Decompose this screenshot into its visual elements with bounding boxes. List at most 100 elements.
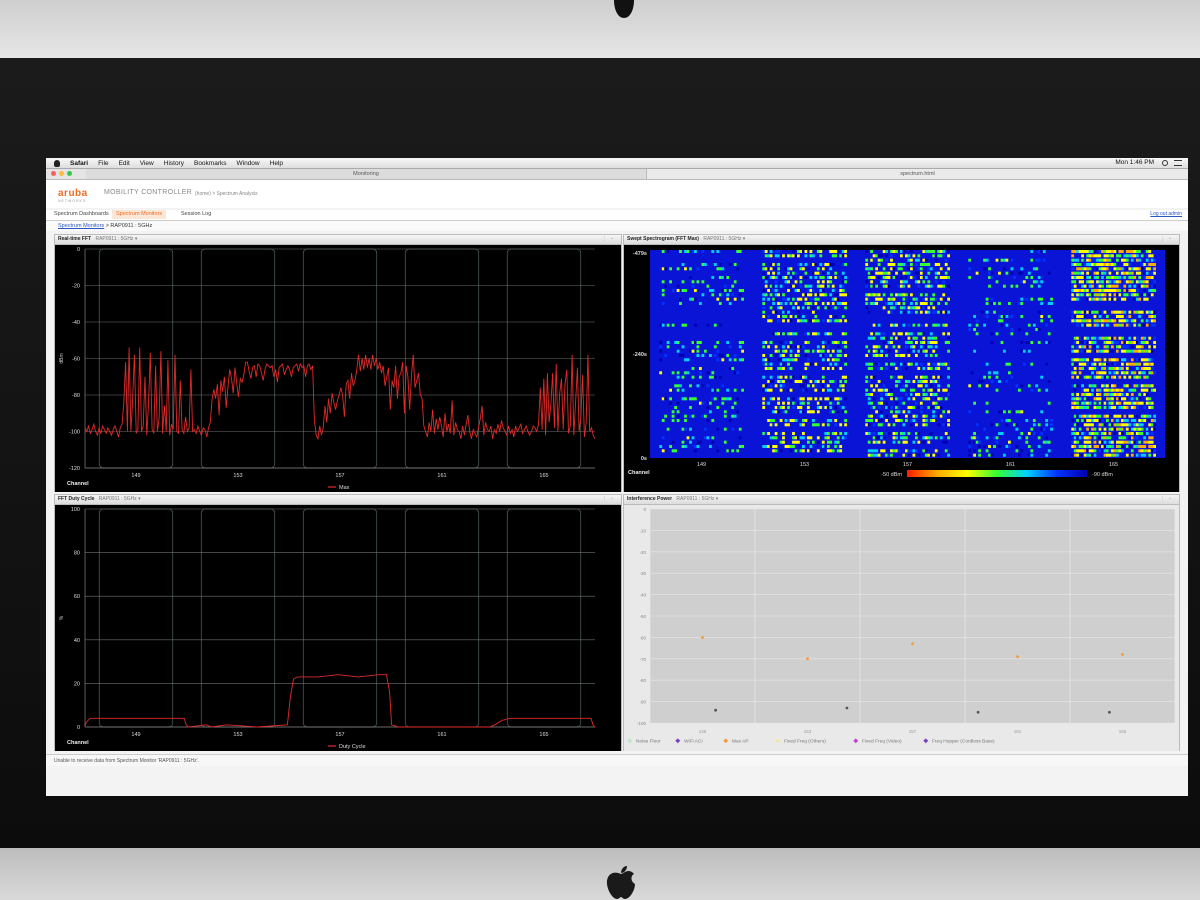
- heatmap-cell: [1015, 423, 1019, 427]
- menu-file[interactable]: File: [98, 160, 108, 167]
- heatmap-cell: [814, 263, 818, 266]
- heatmap-cell: [1073, 453, 1077, 457]
- heatmap-cell: [836, 345, 840, 349]
- heatmap-cell: [944, 271, 948, 275]
- heatmap-cell: [870, 388, 873, 392]
- heatmap-cell: [684, 414, 687, 418]
- chevron-down-icon[interactable]: ▾: [135, 236, 138, 242]
- heatmap-cell: [1103, 358, 1107, 362]
- heatmap-cell: [797, 306, 800, 310]
- heatmap-cell: [1076, 419, 1079, 422]
- notification-center-icon[interactable]: [1174, 160, 1182, 166]
- heatmap-cell: [902, 453, 906, 457]
- heatmap-cell: [706, 323, 710, 327]
- heatmap-cell: [1096, 397, 1099, 401]
- panel-controls[interactable]: ⋮▫: [602, 235, 617, 244]
- heatmap-cell: [802, 250, 805, 253]
- heatmap-cell: [812, 332, 815, 336]
- heatmap-cell: [824, 284, 828, 288]
- panel-device-select[interactable]: RAP0911 : 5GHz: [99, 496, 137, 502]
- breadcrumb-spectrum-monitors-link[interactable]: Spectrum Monitors: [58, 223, 104, 229]
- heatmap-cell: [802, 397, 805, 401]
- panel-controls[interactable]: ⋮▫: [1160, 235, 1175, 244]
- heatmap-cell: [1148, 310, 1152, 314]
- logout-link[interactable]: Log out admin: [1150, 210, 1182, 219]
- menu-window[interactable]: Window: [237, 160, 260, 167]
- heatmap-cell: [885, 367, 888, 370]
- menu-view[interactable]: View: [140, 160, 154, 167]
- browser-tab-monitoring[interactable]: Monitoring: [86, 169, 647, 179]
- heatmap-cell: [802, 319, 805, 323]
- panel-device-select[interactable]: RAP0911 : 5GHz: [703, 236, 741, 242]
- window-zoom-button[interactable]: [67, 171, 72, 176]
- heatmap-cell: [762, 310, 766, 314]
- y-tick-label: -90: [639, 700, 646, 705]
- heatmap-cell: [1128, 362, 1132, 366]
- heatmap-cell: [824, 341, 828, 344]
- heatmap-cell: [865, 267, 869, 271]
- heatmap-cell: [1113, 284, 1117, 288]
- heatmap-cell: [824, 445, 828, 448]
- heatmap-cell: [1128, 276, 1132, 279]
- heatmap-cell: [1121, 336, 1124, 340]
- heatmap-cell: [944, 423, 948, 427]
- heatmap-cell: [681, 445, 685, 448]
- chevron-down-icon[interactable]: ▾: [138, 496, 141, 502]
- heatmap-cell: [917, 406, 921, 409]
- menubar-clock[interactable]: Mon 1:46 PM: [1115, 159, 1154, 166]
- heatmap-cell: [779, 384, 783, 388]
- apple-menu-icon[interactable]: [54, 159, 60, 167]
- panel-device-select[interactable]: RAP0911 : 5GHz: [676, 496, 714, 502]
- heatmap-cell: [1103, 297, 1107, 301]
- menu-edit[interactable]: Edit: [119, 160, 130, 167]
- heatmap-cell: [1071, 267, 1075, 271]
- heatmap-cell: [1103, 271, 1107, 275]
- panel-device-select[interactable]: RAP0911 : 5GHz: [95, 236, 133, 242]
- heatmap-cell: [782, 319, 785, 323]
- panel-controls[interactable]: ⋮▫: [602, 495, 617, 504]
- heatmap-cell: [922, 375, 926, 379]
- panel-controls[interactable]: ⋮▫: [1160, 495, 1175, 504]
- tab-session-log[interactable]: Session Log: [177, 210, 215, 219]
- heatmap-cell: [764, 293, 768, 297]
- heatmap-cell: [764, 276, 768, 279]
- heatmap-cell: [1020, 297, 1024, 301]
- heatmap-cell: [1118, 406, 1122, 409]
- browser-tab-spectrum[interactable]: spectrum.html: [647, 169, 1188, 179]
- heatmap-cell: [1083, 310, 1087, 314]
- tab-spectrum-monitors[interactable]: Spectrum Monitors: [112, 210, 167, 219]
- heatmap-cell: [919, 323, 923, 327]
- spotlight-search-icon[interactable]: [1162, 160, 1168, 166]
- heatmap-cell: [1118, 397, 1122, 401]
- heatmap-cell: [1145, 310, 1149, 314]
- heatmap-cell: [661, 419, 665, 422]
- heatmap-cell: [1106, 258, 1109, 262]
- heatmap-cell: [1145, 319, 1149, 323]
- heatmap-cell: [1088, 414, 1092, 418]
- aruba-logo[interactable]: aruba: [58, 188, 88, 199]
- heatmap-cell: [841, 302, 845, 305]
- heatmap-cell: [875, 345, 878, 349]
- window-minimize-button[interactable]: [59, 171, 64, 176]
- heatmap-cell: [1135, 453, 1139, 457]
- heatmap-cell: [880, 271, 883, 275]
- menu-bookmarks[interactable]: Bookmarks: [194, 160, 227, 167]
- tab-spectrum-dashboards[interactable]: Spectrum Dashboards: [50, 210, 113, 219]
- heatmap-cell: [902, 306, 906, 310]
- heatmap-cell: [1148, 367, 1152, 370]
- chevron-down-icon[interactable]: ▾: [743, 236, 746, 242]
- chevron-down-icon[interactable]: ▾: [716, 496, 719, 502]
- heatmap-cell: [998, 302, 1001, 305]
- menu-history[interactable]: History: [164, 160, 184, 167]
- heatmap-cell: [789, 341, 793, 344]
- heatmap-cell: [1106, 315, 1109, 318]
- heatmap-cell: [924, 349, 928, 353]
- heatmap-cell: [897, 284, 901, 288]
- heatmap-cell: [821, 423, 825, 427]
- menu-help[interactable]: Help: [270, 160, 283, 167]
- heatmap-cell: [887, 302, 891, 305]
- menu-safari[interactable]: Safari: [70, 160, 88, 167]
- window-close-button[interactable]: [51, 171, 56, 176]
- heatmap-cell: [1027, 384, 1031, 388]
- heatmap-cell: [816, 306, 820, 310]
